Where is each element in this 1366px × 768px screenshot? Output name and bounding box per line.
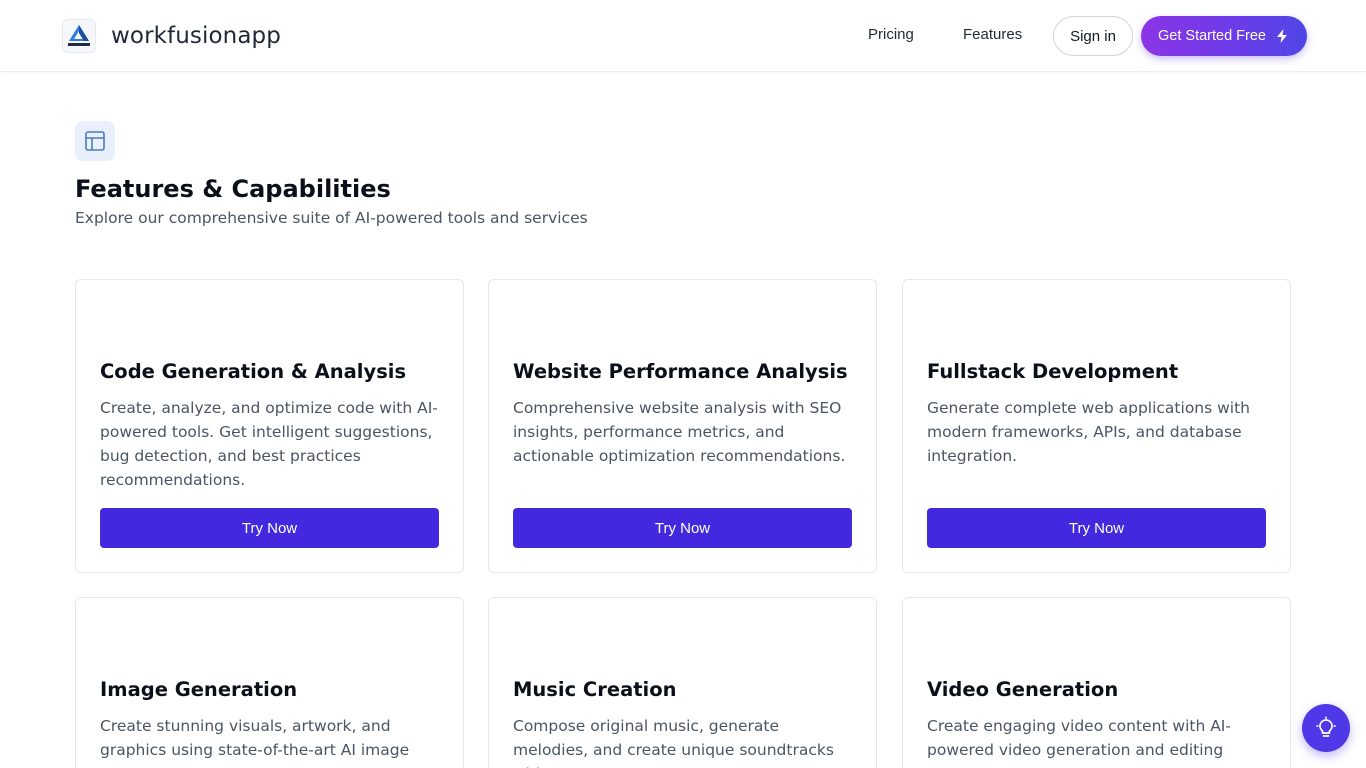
card-title: Video Generation	[927, 678, 1119, 701]
card-title: Fullstack Development	[927, 360, 1179, 383]
page-subtitle: Explore our comprehensive suite of AI-po…	[75, 209, 588, 227]
try-now-button[interactable]: Try Now	[513, 508, 852, 548]
brand-link[interactable]: workfusionapp	[62, 19, 281, 53]
card-title: Image Generation	[100, 678, 298, 701]
nav-link-pricing[interactable]: Pricing	[868, 26, 914, 43]
card-description: Comprehensive website analysis with SEO …	[513, 399, 846, 465]
card-description: Create, analyze, and optimize code with …	[100, 399, 438, 489]
card-description: Generate complete web applications with …	[927, 399, 1251, 465]
card-description: Create engaging video content with AI-po…	[927, 717, 1231, 759]
feature-card-video-generation: Video Generation Create engaging video c…	[902, 597, 1291, 768]
nav-link-features[interactable]: Features	[963, 26, 1022, 43]
feature-card-image-generation: Image Generation Create stunning visuals…	[75, 597, 464, 768]
feature-card-fullstack-development: Fullstack Development Generate complete …	[902, 279, 1291, 573]
get-started-label: Get Started Free	[1158, 28, 1266, 44]
get-started-button[interactable]: Get Started Free	[1141, 16, 1307, 56]
card-title: Music Creation	[513, 678, 677, 701]
feature-card-website-performance: Website Performance Analysis Comprehensi…	[488, 279, 877, 573]
top-navbar: workfusionapp Pricing Features Sign in G…	[0, 0, 1366, 72]
layout-icon	[75, 121, 115, 161]
card-description: Create stunning visuals, artwork, and gr…	[100, 717, 410, 759]
feature-card-code-generation: Code Generation & Analysis Create, analy…	[75, 279, 464, 573]
feature-card-music-creation: Music Creation Compose original music, g…	[488, 597, 877, 768]
card-title: Website Performance Analysis	[513, 360, 848, 383]
card-description: Compose original music, generate melodie…	[513, 717, 834, 768]
lightning-icon	[1277, 29, 1287, 43]
workfusion-logo-icon	[62, 19, 96, 53]
help-fab-button[interactable]	[1302, 704, 1350, 752]
try-now-button[interactable]: Try Now	[927, 508, 1266, 548]
lightbulb-icon	[1316, 716, 1336, 737]
page-title: Features & Capabilities	[75, 175, 391, 203]
try-now-button[interactable]: Try Now	[100, 508, 439, 548]
brand-name: workfusionapp	[111, 23, 281, 49]
card-title: Code Generation & Analysis	[100, 360, 407, 383]
sign-in-button[interactable]: Sign in	[1053, 16, 1133, 56]
